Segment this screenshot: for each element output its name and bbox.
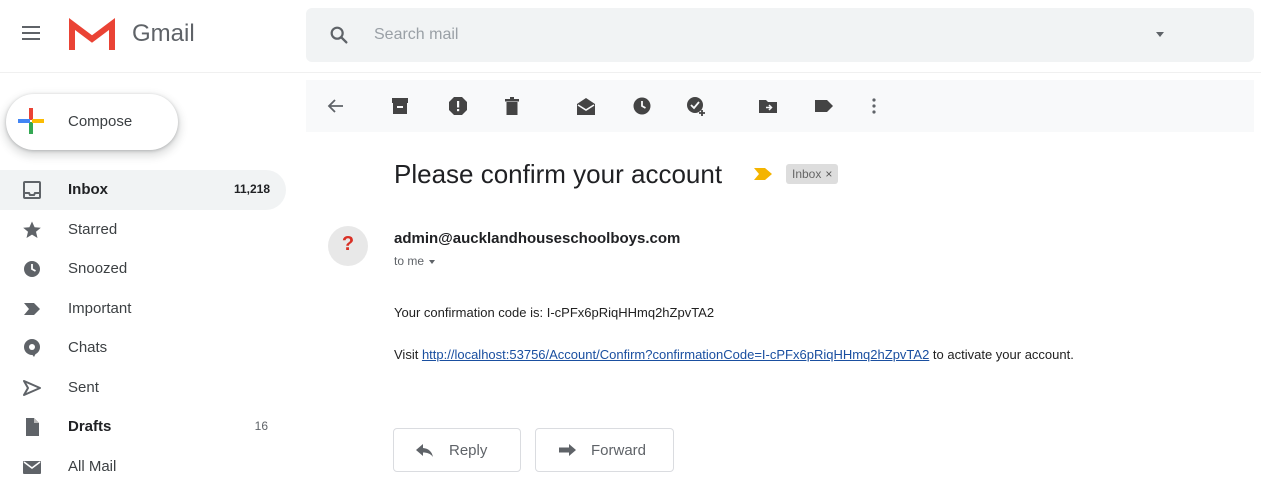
search-icon[interactable] [328, 24, 350, 46]
sidebar-item-label: Sent [68, 378, 99, 396]
important-marker-icon[interactable] [753, 167, 773, 181]
mark-unread-icon [577, 98, 595, 115]
mail-icon [23, 460, 41, 474]
important-icon [24, 302, 40, 315]
sidebar-item-label: Starred [68, 220, 118, 238]
forward-button[interactable]: Forward [535, 428, 674, 472]
confirmation-code-line: Your confirmation code is: I-cPFx6pRiqHH… [394, 305, 715, 320]
sidebar-item-snoozed[interactable]: Snoozed [0, 249, 288, 289]
message-toolbar [306, 80, 1254, 132]
app-name: Gmail [132, 20, 195, 47]
compose-plus-icon [18, 108, 44, 134]
reply-label: Reply [449, 442, 488, 459]
main-menu-button[interactable] [20, 23, 46, 45]
compose-label: Compose [68, 113, 133, 130]
move-to-button[interactable] [752, 90, 784, 122]
label-icon [815, 100, 833, 112]
clock-icon [24, 261, 40, 277]
sender-email[interactable]: admin@aucklandhouseschoolboys.com [394, 230, 680, 247]
header-divider [0, 72, 1261, 73]
sidebar-item-all-mail[interactable]: All Mail [0, 447, 288, 482]
inbox-label-chip: Inbox × [786, 164, 839, 184]
report-spam-icon [449, 97, 467, 115]
sidebar-item-starred[interactable]: Starred [0, 210, 288, 250]
forward-icon [559, 444, 576, 456]
sidebar-item-drafts[interactable]: Drafts 16 [0, 407, 288, 447]
sidebar-item-label: All Mail [68, 457, 117, 475]
recipient-details-toggle[interactable]: to me [394, 254, 436, 268]
mark-unread-button[interactable] [570, 90, 602, 122]
gmail-logo-icon[interactable] [68, 18, 116, 52]
sidebar-item-label: Chats [68, 339, 108, 356]
forward-label: Forward [591, 442, 647, 459]
sidebar-nav: Inbox 11,218 Starred Snoozed Important C… [0, 170, 290, 482]
send-icon [23, 379, 41, 396]
snooze-clock-icon [633, 97, 651, 115]
more-vertical-icon [872, 98, 876, 114]
arrow-back-icon [327, 99, 343, 113]
sidebar-item-inbox[interactable]: Inbox 11,218 [0, 170, 286, 210]
sender-avatar[interactable]: ? [328, 226, 368, 266]
label-chip-text: Inbox [792, 167, 822, 181]
confirmation-link[interactable]: http://localhost:53756/Account/Confirm?c… [422, 347, 929, 362]
chat-icon [24, 339, 40, 357]
sidebar-item-label: Inbox [68, 181, 108, 198]
unread-count: 11,218 [233, 182, 270, 196]
reply-button[interactable]: Reply [393, 428, 521, 472]
compose-button[interactable]: Compose [6, 94, 178, 150]
sidebar-item-chats[interactable]: Chats [0, 328, 288, 368]
chevron-down-icon [429, 259, 436, 264]
sidebar-item-sent[interactable]: Sent [0, 368, 288, 408]
delete-button[interactable] [496, 90, 528, 122]
search-options-dropdown-icon[interactable] [1156, 32, 1164, 37]
back-button[interactable] [320, 90, 352, 122]
star-icon [23, 221, 41, 238]
sidebar-item-label: Important [68, 299, 132, 317]
avatar-placeholder: ? [341, 233, 355, 255]
search-bar [306, 8, 1254, 62]
trash-icon [505, 97, 519, 115]
archive-button[interactable] [384, 90, 416, 122]
drafts-count: 16 [254, 419, 268, 433]
remove-label-button[interactable]: × [825, 167, 832, 181]
add-task-icon [687, 97, 705, 116]
sidebar-item-important[interactable]: Important [0, 289, 288, 329]
folder-move-icon [759, 100, 777, 113]
visit-suffix: to activate your account. [929, 347, 1074, 362]
more-options-button[interactable] [858, 90, 890, 122]
activation-line: Visit http://localhost:53756/Account/Con… [394, 347, 1074, 362]
labels-button[interactable] [808, 90, 840, 122]
archive-icon [392, 98, 408, 114]
email-subject: Please confirm your account [394, 159, 723, 189]
search-input[interactable] [374, 21, 1134, 49]
sidebar-item-label: Snoozed [68, 260, 128, 277]
add-to-tasks-button[interactable] [680, 90, 712, 122]
reply-icon [416, 444, 433, 457]
report-spam-button[interactable] [442, 90, 474, 122]
recipient-label: to me [394, 254, 425, 268]
inbox-icon [23, 181, 41, 199]
draft-icon [26, 418, 39, 436]
sidebar-item-label: Drafts [68, 418, 112, 435]
snooze-button[interactable] [626, 90, 658, 122]
visit-prefix: Visit [394, 347, 422, 362]
